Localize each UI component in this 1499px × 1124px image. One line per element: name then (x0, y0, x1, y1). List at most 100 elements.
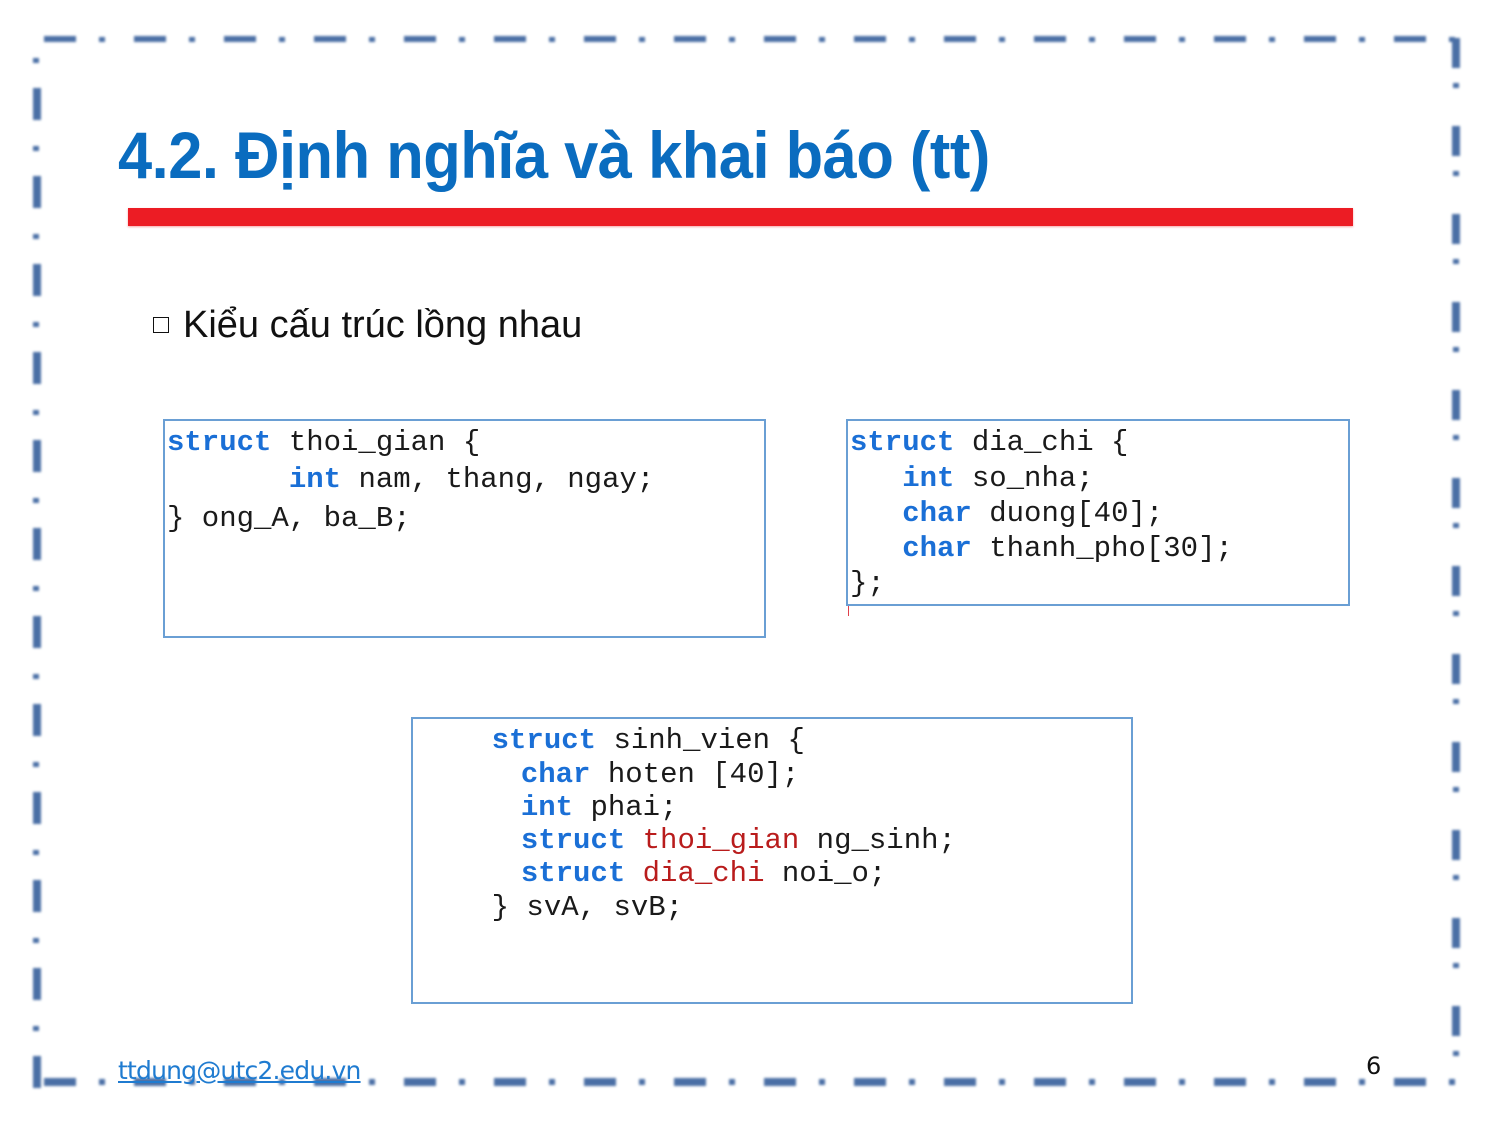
border-dash (1304, 36, 1336, 42)
code-line: struct dia_chi noi_o; (399, 859, 886, 888)
border-dash (1394, 1078, 1426, 1086)
border-dash (33, 704, 41, 736)
code-text: noi_o; (764, 857, 887, 890)
border-dot (99, 1079, 105, 1085)
code-type-name: dia_chi (625, 857, 765, 890)
border-dash (674, 36, 706, 42)
code-line: struct sinh_vien { (422, 726, 805, 755)
border-dash (1452, 654, 1460, 684)
border-dash (33, 616, 41, 648)
border-dash (1304, 1078, 1336, 1086)
border-dash (404, 1078, 436, 1086)
code-box-thoi-gian: struct thoi_gian { int nam, thang, ngay;… (163, 419, 766, 638)
border-dot (369, 37, 375, 42)
code-keyword: struct (520, 857, 626, 890)
border-dash (1034, 1078, 1066, 1086)
border-dash (494, 36, 526, 42)
border-dash (1394, 36, 1426, 42)
code-text: thoi_gian { (271, 426, 481, 459)
border-dash (33, 528, 41, 560)
code-text: phai; (573, 791, 678, 824)
code-text: sinh_vien { (596, 724, 805, 757)
border-dash (764, 1078, 796, 1086)
code-line: } ong_A, ba_B; (167, 504, 411, 533)
border-dash (33, 88, 41, 120)
border-dot (639, 1079, 645, 1085)
border-dot (1453, 523, 1459, 528)
border-dash (1452, 566, 1460, 596)
border-dash (33, 352, 41, 384)
border-dash (1452, 214, 1460, 244)
border-dash (1452, 742, 1460, 772)
footer-email-link[interactable]: ttdung@utc2.edu.vn (118, 1058, 361, 1083)
code-keyword: char (902, 497, 972, 530)
border-dash (674, 1078, 706, 1086)
border-dot (819, 37, 825, 42)
border-dot (1179, 1079, 1185, 1085)
border-dot (33, 586, 39, 591)
border-dot (1453, 875, 1459, 880)
border-dash (1452, 478, 1460, 508)
border-dot (33, 1026, 39, 1031)
code-text: ng_sinh; (799, 824, 956, 857)
border-dot (369, 1079, 375, 1085)
border-dash (44, 1078, 76, 1086)
border-dot (1453, 83, 1459, 88)
code-box-sinh-vien: struct sinh_vien { char hoten [40]; int … (411, 717, 1133, 1004)
code-line: char hoten [40]; (399, 760, 799, 789)
code-line: int so_nha; (850, 464, 1093, 493)
border-dash (1452, 830, 1460, 860)
border-dot (1179, 37, 1185, 42)
border-dash (314, 36, 346, 42)
border-dot (33, 498, 39, 503)
border-dash (1034, 36, 1066, 42)
slide-title: 4.2. Định nghĩa và khai báo (tt) (118, 118, 990, 192)
code-box-dia-chi: struct dia_chi { int so_nha; char duong[… (846, 419, 1350, 606)
code-text: }; (850, 567, 885, 600)
border-dash (1452, 126, 1460, 156)
code-line: char duong[40]; (850, 499, 1163, 528)
border-dash (1124, 1078, 1156, 1086)
cursor-mark (848, 606, 849, 616)
code-keyword: int (288, 463, 342, 496)
border-dot (999, 37, 1005, 42)
border-dash (1452, 1006, 1460, 1036)
border-dot (33, 762, 39, 767)
border-dot (33, 146, 39, 151)
border-dash (854, 1078, 886, 1086)
border-dot (1453, 699, 1459, 704)
border-dot (1453, 611, 1459, 616)
border-dot (549, 1079, 555, 1085)
border-dash (854, 36, 886, 42)
border-dot (1453, 259, 1459, 264)
code-type-name: thoi_gian (625, 824, 800, 857)
border-dash (134, 36, 166, 42)
border-dash (1452, 302, 1460, 332)
border-dot (819, 1079, 825, 1085)
border-dot (1453, 963, 1459, 968)
border-dash (33, 1056, 41, 1088)
code-keyword: struct (167, 426, 272, 459)
border-dot (1089, 37, 1095, 42)
code-line: struct dia_chi { (850, 428, 1128, 457)
code-keyword: struct (850, 426, 955, 459)
border-dot (729, 37, 735, 42)
code-keyword: struct (491, 724, 597, 757)
code-line: } svA, svB; (422, 893, 683, 922)
border-dash (404, 36, 436, 42)
border-dot (33, 322, 39, 327)
border-dash (33, 264, 41, 296)
code-text: thanh_pho[30]; (971, 532, 1233, 565)
code-text: duong[40]; (971, 497, 1164, 530)
border-dot (1359, 37, 1365, 42)
border-dash (1214, 1078, 1246, 1086)
border-dash (1452, 918, 1460, 948)
border-dash (494, 1078, 526, 1086)
border-dash (33, 880, 41, 912)
border-dot (189, 37, 195, 42)
code-text: hoten [40]; (590, 758, 800, 791)
